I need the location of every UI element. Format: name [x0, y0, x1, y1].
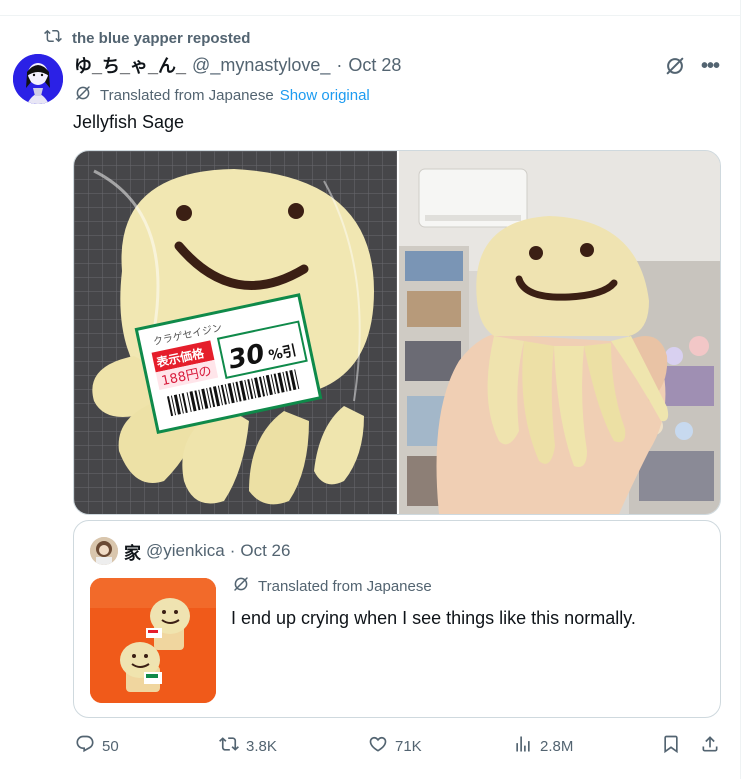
views-button[interactable]: 2.8M: [513, 733, 573, 759]
translated-label: Translated from Japanese: [100, 86, 274, 104]
quoted-separator-dot: ·: [229, 541, 236, 560]
quoted-author-avatar[interactable]: [90, 537, 118, 565]
action-bar: 50 3.8K 71K 2.8M: [0, 733, 741, 759]
grok-icon[interactable]: [664, 55, 686, 77]
repost-indicator: the blue yapper reposted: [44, 28, 250, 48]
post-text: Jellyfish Sage: [73, 112, 185, 132]
views-icon: [513, 734, 533, 758]
quoted-author-display-name[interactable]: 家: [124, 539, 141, 564]
quoted-post-date[interactable]: Oct 26: [240, 541, 290, 561]
top-divider: [0, 0, 741, 16]
quoted-translated-label: Translated from Japanese: [258, 577, 432, 595]
share-icon: [700, 734, 720, 758]
reply-icon: [75, 734, 95, 758]
media-grid: クラゲセイジン 表示価格 188円の 30 %引: [73, 150, 721, 515]
quoted-media-thumbnail[interactable]: [90, 578, 216, 703]
like-button[interactable]: 71K: [368, 733, 422, 759]
quoted-author-handle[interactable]: @yienkica: [146, 541, 225, 561]
translate-icon: [74, 84, 92, 106]
repost-count: 3.8K: [246, 737, 277, 755]
bookmark-icon: [661, 734, 681, 758]
author-avatar[interactable]: [13, 54, 63, 104]
repost-action-icon: [219, 734, 239, 758]
quoted-translation-row: Translated from Japanese: [232, 576, 432, 596]
reply-button[interactable]: 50: [75, 733, 119, 759]
post-header: ゆ_ち_ゃ_ん_ @_mynastylove_ · Oct 28: [74, 53, 401, 77]
repost-label[interactable]: the blue yapper reposted: [72, 30, 250, 47]
separator-dot: ·: [336, 54, 343, 75]
media-photo-right[interactable]: [399, 151, 720, 514]
translation-row: Translated from Japanese Show original: [74, 85, 370, 105]
heart-icon: [368, 734, 388, 758]
share-button[interactable]: [700, 733, 720, 759]
views-count: 2.8M: [540, 737, 574, 755]
quoted-translate-icon: [232, 575, 250, 597]
more-options-icon[interactable]: •••: [699, 55, 721, 77]
bookmark-button[interactable]: [661, 733, 681, 759]
like-count: 71K: [395, 737, 422, 755]
quoted-post-text: I end up crying when I see things like t…: [231, 608, 636, 628]
post-date[interactable]: Oct 28: [348, 55, 401, 76]
repost-icon: [44, 27, 62, 49]
reply-count: 50: [102, 737, 119, 755]
show-original-link[interactable]: Show original: [280, 87, 370, 104]
right-divider: [740, 0, 741, 779]
repost-button[interactable]: 3.8K: [219, 733, 277, 759]
author-handle[interactable]: @_mynastylove_: [192, 55, 330, 76]
quoted-post-header: 家 @yienkica · Oct 26: [124, 539, 290, 564]
author-display-name[interactable]: ゆ_ち_ゃ_ん_: [74, 52, 186, 78]
quoted-post[interactable]: 家 @yienkica · Oct 26 Translated from Jap…: [73, 520, 721, 718]
media-photo-left[interactable]: クラゲセイジン 表示価格 188円の 30 %引: [74, 151, 397, 514]
